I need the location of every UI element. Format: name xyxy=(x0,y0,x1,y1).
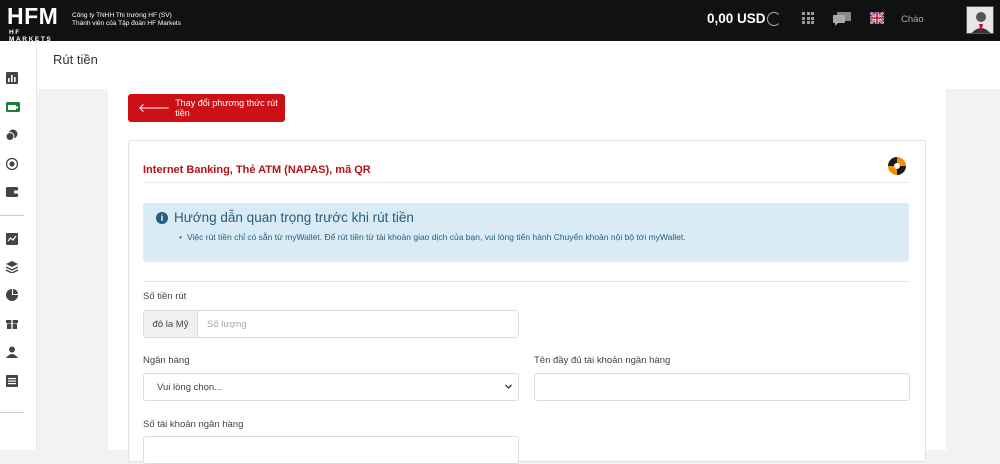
logo-text: HFM xyxy=(7,3,59,29)
info-text: Việc rút tiền chỉ có sẵn từ myWallet. Để… xyxy=(179,232,686,242)
wallet-icon[interactable] xyxy=(6,186,18,198)
main-panel: 🡐 Thay đổi phương thức rút tiền Internet… xyxy=(108,89,946,464)
user-icon[interactable] xyxy=(6,346,18,358)
withdrawal-card: Internet Banking, Thẻ ATM (NAPAS), mã QR… xyxy=(128,140,926,464)
pie-chart-icon[interactable] xyxy=(6,289,18,301)
chart-bar-icon[interactable] xyxy=(6,72,18,84)
greeting-text: Chào xyxy=(901,14,924,25)
refresh-icon[interactable] xyxy=(767,12,781,26)
list-icon[interactable] xyxy=(6,375,18,387)
page-title: Rút tiền xyxy=(53,52,98,67)
info-title: Hướng dẫn quan trọng trước khi rút tiền xyxy=(174,210,414,225)
bank-label: Ngân hàng xyxy=(143,355,190,366)
avatar-person-icon xyxy=(967,7,993,33)
company-line1: Công ty TNHH Thị trường HF (SV) xyxy=(72,12,172,19)
company-line2: Thành viên của Tập đoàn HF Markets xyxy=(72,20,181,27)
balance-display: 0,00 USD xyxy=(707,11,766,26)
chevron-down-icon xyxy=(505,384,512,389)
arrow-left-icon: 🡐 xyxy=(138,101,171,115)
sidebar-divider xyxy=(0,412,24,413)
user-avatar[interactable] xyxy=(966,6,994,34)
company-info: Công ty TNHH Thị trường HF (SV) Thành vi… xyxy=(72,12,181,28)
apps-grid-icon[interactable] xyxy=(802,12,814,24)
card-title-divider xyxy=(143,182,909,183)
napas-logo-icon xyxy=(887,156,907,176)
top-bar: HFM HF MARKETS Công ty TNHH Thị trường H… xyxy=(0,0,1000,43)
currency-addon: đô la Mỹ xyxy=(144,311,198,337)
line-chart-icon[interactable] xyxy=(6,233,18,245)
info-circle-icon: i xyxy=(156,212,168,224)
chat-icon[interactable] xyxy=(833,12,851,26)
bank-select[interactable]: Vui lòng chọn... xyxy=(143,373,519,401)
amount-input-group: đô la Mỹ xyxy=(143,310,519,338)
account-number-label: Số tài khoản ngân hàng xyxy=(143,419,244,430)
change-method-label: Thay đổi phương thức rút tiền xyxy=(175,98,278,118)
bank-select-value: Vui lòng chọn... xyxy=(157,381,223,393)
card-title: Internet Banking, Thẻ ATM (NAPAS), mã QR xyxy=(143,164,371,176)
info-alert: i Hướng dẫn quan trọng trước khi rút tiề… xyxy=(143,203,909,262)
wallet-money-icon[interactable] xyxy=(6,101,20,113)
hfm-logo[interactable]: HFM HF MARKETS xyxy=(7,3,67,43)
form-divider xyxy=(143,281,909,282)
transfer-icon[interactable] xyxy=(6,158,18,170)
account-name-label: Tên đầy đủ tài khoản ngân hàng xyxy=(534,355,671,366)
account-name-input[interactable] xyxy=(534,373,910,401)
amount-input[interactable] xyxy=(198,311,518,337)
uk-flag-icon[interactable] xyxy=(870,12,884,24)
account-number-input[interactable] xyxy=(143,436,519,464)
sidebar-divider xyxy=(0,215,24,216)
coins-icon[interactable] xyxy=(6,129,18,141)
sidebar xyxy=(0,41,37,450)
page-header: Rút tiền xyxy=(37,41,1000,89)
gift-icon[interactable] xyxy=(6,317,18,329)
change-method-button[interactable]: 🡐 Thay đổi phương thức rút tiền xyxy=(128,94,285,122)
amount-label: Số tiền rút xyxy=(143,291,187,302)
layers-icon[interactable] xyxy=(6,261,18,273)
